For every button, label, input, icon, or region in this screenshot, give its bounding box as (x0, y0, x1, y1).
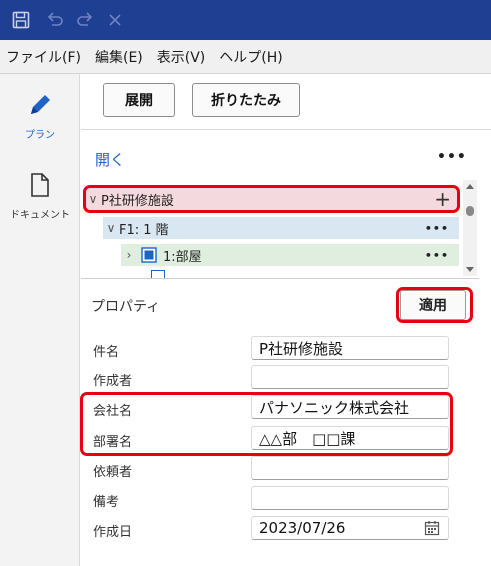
chevron-right-icon[interactable]: › (121, 248, 137, 262)
field-label-author: 作成者 (93, 374, 133, 389)
notes-field[interactable] (251, 486, 449, 510)
field-label-notes: 備考 (93, 495, 120, 510)
toolbar: 展開 折りたたみ (81, 74, 491, 130)
menu-view[interactable]: 表示(V) (157, 47, 206, 67)
rail-document-button[interactable]: ドキュメント (0, 172, 80, 221)
room-icon (141, 247, 157, 263)
tree-item-root[interactable]: ∨ P社研修施設 + (85, 187, 459, 211)
menu-help[interactable]: ヘルプ(H) (219, 47, 282, 67)
tree-item-partial (151, 270, 165, 278)
undo-icon[interactable] (44, 8, 66, 32)
requester-field[interactable] (251, 456, 449, 480)
tree-item-floor[interactable]: ∨ F1: 1 階 ••• (103, 217, 459, 239)
scroll-up-icon[interactable] (466, 184, 474, 189)
pencil-icon (27, 92, 53, 122)
calendar-icon[interactable] (424, 520, 440, 540)
field-label-created-date: 作成日 (93, 525, 133, 540)
created-date-value: 2023/07/26 (259, 519, 346, 537)
field-label-company: 会社名 (93, 404, 133, 419)
apply-button[interactable]: 適用 (400, 290, 466, 320)
rail-document-label: ドキュメント (10, 210, 70, 221)
department-field[interactable]: △△部 □□課 (251, 426, 449, 450)
tree-item-label: 1:部屋 (163, 249, 202, 265)
tree-item-room[interactable]: › 1:部屋 ••• (121, 244, 459, 266)
subject-field[interactable]: P社研修施設 (251, 336, 449, 360)
expand-button[interactable]: 展開 (103, 83, 175, 117)
menu-file[interactable]: ファイル(F) (6, 47, 81, 67)
close-icon[interactable] (104, 8, 126, 32)
field-label-subject: 件名 (93, 345, 120, 360)
floor-more-button[interactable]: ••• (425, 222, 449, 235)
rail-plan-button[interactable]: プラン (0, 92, 80, 141)
created-date-field[interactable]: 2023/07/26 (251, 516, 449, 540)
menu-bar: ファイル(F) 編集(E) 表示(V) ヘルプ(H) (0, 40, 491, 74)
collapse-button[interactable]: 折りたたみ (192, 83, 300, 117)
properties-panel: プロパティ 適用 件名 P社研修施設 作成者 会社名 パナソニック株式会社 部署… (81, 280, 479, 566)
document-icon (29, 172, 51, 202)
add-icon[interactable]: + (434, 187, 451, 211)
field-label-department: 部署名 (93, 435, 133, 450)
company-field[interactable]: パナソニック株式会社 (251, 395, 449, 419)
save-icon[interactable] (10, 8, 32, 32)
open-link[interactable]: 開く (95, 149, 125, 170)
rail-plan-label: プラン (25, 130, 55, 141)
field-label-requester: 依頼者 (93, 465, 133, 480)
tree-item-label: P社研修施設 (101, 193, 174, 209)
title-bar (0, 0, 491, 40)
redo-icon[interactable] (74, 8, 96, 32)
scroll-thumb[interactable] (466, 206, 474, 216)
menu-edit[interactable]: 編集(E) (95, 47, 143, 67)
tree-more-button[interactable]: ••• (437, 149, 467, 165)
scroll-down-icon[interactable] (466, 267, 474, 272)
chevron-down-icon[interactable]: ∨ (103, 221, 119, 235)
room-more-button[interactable]: ••• (425, 249, 449, 262)
chevron-down-icon[interactable]: ∨ (85, 192, 101, 206)
left-rail: プラン ドキュメント (0, 74, 80, 566)
tree-scrollbar[interactable] (463, 180, 477, 276)
tree-item-label: F1: 1 階 (119, 222, 169, 238)
author-field[interactable] (251, 365, 449, 389)
properties-title: プロパティ (91, 299, 161, 315)
tree-panel: 開く ••• ∨ P社研修施設 + ∨ F1: 1 階 ••• › 1:部屋 •… (81, 131, 479, 279)
